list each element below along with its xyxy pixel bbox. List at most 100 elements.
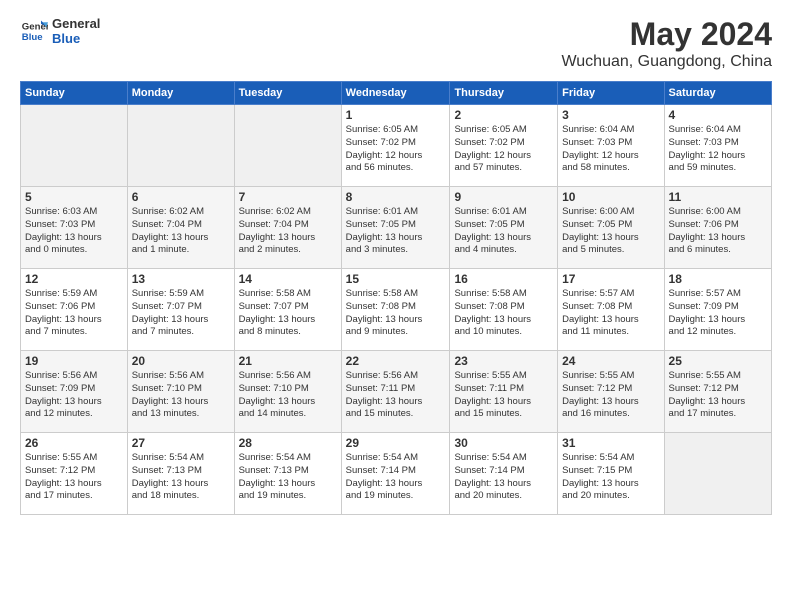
col-saturday: Saturday [664, 82, 771, 105]
day-number: 7 [239, 190, 337, 204]
table-cell: 7 Sunrise: 6:02 AMSunset: 7:04 PMDaylight… [234, 187, 341, 269]
day-info: Sunrise: 5:55 AMSunset: 7:12 PMDaylight:… [669, 370, 767, 421]
day-number: 20 [132, 354, 230, 368]
day-number: 25 [669, 354, 767, 368]
table-cell: 11Sunrise: 6:00 AMSunset: 7:06 PMDayligh… [664, 187, 771, 269]
day-number: 19 [25, 354, 123, 368]
day-info: Sunrise: 6:00 AMSunset: 7:06 PMDaylight:… [669, 206, 767, 257]
table-cell: 1Sunrise: 6:05 AMSunset: 7:02 PMDaylight… [341, 105, 450, 187]
table-cell: 31 Sunrise: 5:54 AMSunset: 7:15 PMDayligh… [558, 433, 664, 515]
table-cell: 28Sunrise: 5:54 AMSunset: 7:13 PMDayligh… [234, 433, 341, 515]
table-cell: 12 Sunrise: 5:59 AMSunset: 7:06 PMDayligh… [21, 269, 128, 351]
day-number: 27 [132, 436, 230, 450]
page: General Blue General Blue May 2024 Wuchu… [0, 0, 792, 612]
table-cell: 16Sunrise: 5:58 AMSunset: 7:08 PMDayligh… [450, 269, 558, 351]
table-cell [127, 105, 234, 187]
col-tuesday: Tuesday [234, 82, 341, 105]
table-cell: 30 Sunrise: 5:54 AMSunset: 7:14 PMDayligh… [450, 433, 558, 515]
table-cell: 29 Sunrise: 5:54 AMSunset: 7:14 PMDayligh… [341, 433, 450, 515]
day-number: 30 [454, 436, 553, 450]
day-info: Sunrise: 6:02 AMSunset: 7:04 PMDaylight:… [132, 206, 230, 257]
table-cell: 9Sunrise: 6:01 AMSunset: 7:05 PMDaylight… [450, 187, 558, 269]
main-title: May 2024 [561, 16, 772, 53]
day-number: 23 [454, 354, 553, 368]
col-wednesday: Wednesday [341, 82, 450, 105]
day-number: 18 [669, 272, 767, 286]
table-cell: 3 Sunrise: 6:04 AMSunset: 7:03 PMDaylight… [558, 105, 664, 187]
table-cell: 23 Sunrise: 5:55 AMSunset: 7:11 PMDayligh… [450, 351, 558, 433]
table-cell [234, 105, 341, 187]
calendar-row: 26 Sunrise: 5:55 AMSunset: 7:12 PMDayligh… [21, 433, 772, 515]
table-cell: 20 Sunrise: 5:56 AMSunset: 7:10 PMDayligh… [127, 351, 234, 433]
day-number: 31 [562, 436, 659, 450]
table-cell: 17Sunrise: 5:57 AMSunset: 7:08 PMDayligh… [558, 269, 664, 351]
calendar-row: 5 Sunrise: 6:03 AMSunset: 7:03 PMDaylight… [21, 187, 772, 269]
day-info: Sunrise: 6:04 AMSunset: 7:03 PMDaylight:… [562, 124, 659, 175]
day-info: Sunrise: 5:59 AMSunset: 7:06 PMDaylight:… [25, 288, 123, 339]
logo-text: General Blue [52, 16, 100, 46]
day-number: 3 [562, 108, 659, 122]
day-info: Sunrise: 5:54 AMSunset: 7:14 PMDaylight:… [454, 452, 553, 503]
day-number: 14 [239, 272, 337, 286]
header-row: Sunday Monday Tuesday Wednesday Thursday… [21, 82, 772, 105]
day-number: 12 [25, 272, 123, 286]
col-monday: Monday [127, 82, 234, 105]
day-number: 9 [454, 190, 553, 204]
table-cell [664, 433, 771, 515]
day-number: 6 [132, 190, 230, 204]
day-info: Sunrise: 5:54 AMSunset: 7:13 PMDaylight:… [132, 452, 230, 503]
day-info: Sunrise: 5:57 AMSunset: 7:08 PMDaylight:… [562, 288, 659, 339]
logo: General Blue General Blue [20, 16, 100, 46]
title-block: May 2024 Wuchuan, Guangdong, China [561, 16, 772, 71]
calendar: Sunday Monday Tuesday Wednesday Thursday… [20, 81, 772, 515]
table-cell: 18 Sunrise: 5:57 AMSunset: 7:09 PMDayligh… [664, 269, 771, 351]
day-number: 21 [239, 354, 337, 368]
day-info: Sunrise: 5:55 AMSunset: 7:12 PMDaylight:… [562, 370, 659, 421]
day-info: Sunrise: 5:59 AMSunset: 7:07 PMDaylight:… [132, 288, 230, 339]
table-cell: 6 Sunrise: 6:02 AMSunset: 7:04 PMDaylight… [127, 187, 234, 269]
table-cell: 8Sunrise: 6:01 AMSunset: 7:05 PMDaylight… [341, 187, 450, 269]
col-sunday: Sunday [21, 82, 128, 105]
day-number: 15 [346, 272, 446, 286]
day-number: 29 [346, 436, 446, 450]
logo-icon: General Blue [20, 17, 48, 45]
day-info: Sunrise: 5:54 AMSunset: 7:15 PMDaylight:… [562, 452, 659, 503]
day-info: Sunrise: 5:55 AMSunset: 7:11 PMDaylight:… [454, 370, 553, 421]
day-info: Sunrise: 5:55 AMSunset: 7:12 PMDaylight:… [25, 452, 123, 503]
day-info: Sunrise: 5:58 AMSunset: 7:08 PMDaylight:… [346, 288, 446, 339]
calendar-row: 12 Sunrise: 5:59 AMSunset: 7:06 PMDayligh… [21, 269, 772, 351]
table-cell [21, 105, 128, 187]
day-number: 4 [669, 108, 767, 122]
day-info: Sunrise: 5:57 AMSunset: 7:09 PMDaylight:… [669, 288, 767, 339]
table-cell: 27 Sunrise: 5:54 AMSunset: 7:13 PMDayligh… [127, 433, 234, 515]
day-number: 2 [454, 108, 553, 122]
day-info: Sunrise: 6:02 AMSunset: 7:04 PMDaylight:… [239, 206, 337, 257]
day-info: Sunrise: 5:56 AMSunset: 7:09 PMDaylight:… [25, 370, 123, 421]
table-cell: 19 Sunrise: 5:56 AMSunset: 7:09 PMDayligh… [21, 351, 128, 433]
day-info: Sunrise: 6:04 AMSunset: 7:03 PMDaylight:… [669, 124, 767, 175]
table-cell: 4 Sunrise: 6:04 AMSunset: 7:03 PMDaylight… [664, 105, 771, 187]
day-number: 10 [562, 190, 659, 204]
day-number: 28 [239, 436, 337, 450]
day-info: Sunrise: 5:54 AMSunset: 7:14 PMDaylight:… [346, 452, 446, 503]
day-number: 26 [25, 436, 123, 450]
calendar-row: 1Sunrise: 6:05 AMSunset: 7:02 PMDaylight… [21, 105, 772, 187]
day-info: Sunrise: 6:05 AMSunset: 7:02 PMDaylight:… [346, 124, 446, 175]
day-info: Sunrise: 5:56 AMSunset: 7:11 PMDaylight:… [346, 370, 446, 421]
day-number: 5 [25, 190, 123, 204]
table-cell: 2 Sunrise: 6:05 AMSunset: 7:02 PMDaylight… [450, 105, 558, 187]
table-cell: 5 Sunrise: 6:03 AMSunset: 7:03 PMDaylight… [21, 187, 128, 269]
logo-general-text: General [52, 16, 100, 31]
calendar-row: 19 Sunrise: 5:56 AMSunset: 7:09 PMDayligh… [21, 351, 772, 433]
table-cell: 24Sunrise: 5:55 AMSunset: 7:12 PMDayligh… [558, 351, 664, 433]
day-info: Sunrise: 5:56 AMSunset: 7:10 PMDaylight:… [132, 370, 230, 421]
day-info: Sunrise: 6:03 AMSunset: 7:03 PMDaylight:… [25, 206, 123, 257]
table-cell: 22Sunrise: 5:56 AMSunset: 7:11 PMDayligh… [341, 351, 450, 433]
day-number: 13 [132, 272, 230, 286]
svg-text:Blue: Blue [22, 32, 43, 43]
table-cell: 13 Sunrise: 5:59 AMSunset: 7:07 PMDayligh… [127, 269, 234, 351]
day-info: Sunrise: 5:58 AMSunset: 7:07 PMDaylight:… [239, 288, 337, 339]
table-cell: 15 Sunrise: 5:58 AMSunset: 7:08 PMDayligh… [341, 269, 450, 351]
day-info: Sunrise: 6:05 AMSunset: 7:02 PMDaylight:… [454, 124, 553, 175]
day-info: Sunrise: 5:58 AMSunset: 7:08 PMDaylight:… [454, 288, 553, 339]
